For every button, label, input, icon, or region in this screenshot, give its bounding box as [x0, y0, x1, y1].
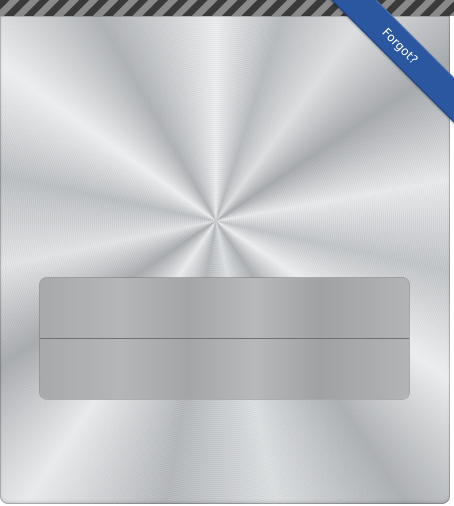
- login-form: [40, 278, 409, 399]
- forgot-ribbon-corner: Forgot?: [324, 0, 454, 130]
- username-field[interactable]: [40, 278, 409, 338]
- password-field[interactable]: [40, 339, 409, 399]
- forgot-ribbon[interactable]: Forgot?: [324, 0, 454, 129]
